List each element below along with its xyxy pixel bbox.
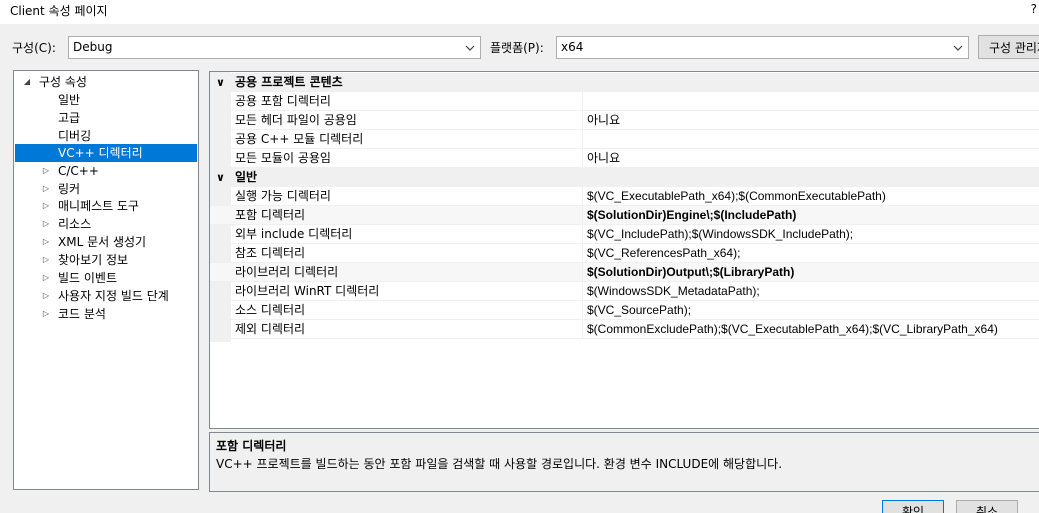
expand-arrow-icon[interactable]: ▷ — [41, 197, 51, 215]
property-row[interactable]: 포함 디렉터리 $(SolutionDir)Engine\;$(IncludePa… — [210, 206, 1039, 225]
property-name: 포함 디렉터리 — [235, 208, 306, 222]
ok-button[interactable]: 확인 — [882, 500, 944, 513]
property-name: 참조 디렉터리 — [235, 246, 306, 260]
grid-category-row[interactable]: ∨ 일반 — [210, 168, 1039, 187]
configuration-label: 구성(C): — [12, 41, 56, 55]
property-value[interactable]: $(SolutionDir)Output\;$(LibraryPath) — [582, 263, 1039, 281]
chevron-down-icon[interactable]: ∨ — [216, 73, 225, 92]
tree-item[interactable]: VC++ 디렉터리 — [15, 144, 197, 162]
title-bar: Client 속성 페이지 ? — [0, 0, 1039, 24]
property-name: 모든 헤더 파일이 공용임 — [235, 113, 357, 127]
expand-arrow-icon[interactable]: ▷ — [41, 180, 51, 198]
tree-item[interactable]: ▷ 링커 — [14, 180, 198, 198]
property-row[interactable]: 실행 가능 디렉터리 $(VC_ExecutablePath_x64);$(Com… — [210, 187, 1039, 206]
grid-category-row[interactable]: ∨ 공용 프로젝트 콘텐츠 — [210, 73, 1039, 92]
expand-arrow-icon[interactable]: ▷ — [41, 251, 51, 269]
tree-item[interactable]: 고급 — [14, 109, 198, 127]
tree-item-label: 디버깅 — [58, 129, 92, 143]
tree-item-label: 매니페스트 도구 — [58, 199, 140, 213]
configuration-value: Debug — [73, 40, 113, 54]
expand-arrow-icon[interactable]: ▷ — [41, 233, 51, 251]
property-value[interactable]: $(VC_ExecutablePath_x64);$(CommonExecuta… — [582, 187, 1039, 205]
property-grid: ∨ 공용 프로젝트 콘텐츠 공용 포함 디렉터리 모든 헤더 파일이 공용임 아니요 공용… — [209, 71, 1039, 429]
property-value[interactable]: 아니요 — [582, 111, 1039, 129]
chevron-down-icon — [953, 45, 963, 51]
property-value[interactable]: $(VC_ReferencesPath_x64); — [582, 244, 1039, 262]
cancel-button[interactable]: 취소 — [956, 500, 1018, 513]
tree-item-label: 빌드 이벤트 — [58, 271, 118, 285]
property-row[interactable]: 참조 디렉터리 $(VC_ReferencesPath_x64); — [210, 244, 1039, 263]
property-row[interactable]: 공용 포함 디렉터리 — [210, 92, 1039, 111]
property-row[interactable]: 외부 include 디렉터리 $(VC_IncludePath);$(Windo… — [210, 225, 1039, 244]
category-name: 일반 — [235, 170, 258, 184]
tree-item-label: 고급 — [58, 111, 81, 125]
property-name: 공용 포함 디렉터리 — [235, 94, 331, 108]
platform-label: 플랫폼(P): — [490, 41, 544, 55]
tree-item-label: VC++ 디렉터리 — [58, 146, 143, 160]
property-row[interactable]: 모든 헤더 파일이 공용임 아니요 — [210, 111, 1039, 130]
category-tree: ◢ 구성 속성일반고급디버깅 VC++ 디렉터리 ▷ C/C++ ▷ 링커 ▷ 매니페스트 도구… — [13, 70, 199, 490]
description-panel: 포함 디렉터리 VC++ 프로젝트를 빌드하는 동안 포함 파일을 검색할 때 … — [209, 432, 1039, 492]
tree-item-label: XML 문서 생성기 — [58, 235, 147, 249]
expand-arrow-icon[interactable]: ▷ — [41, 162, 51, 180]
tree-item-label: 링커 — [58, 182, 81, 196]
property-row[interactable]: 소스 디렉터리 $(VC_SourcePath); — [210, 301, 1039, 320]
expand-arrow-icon[interactable]: ▷ — [41, 287, 51, 305]
property-value[interactable] — [582, 130, 1039, 148]
tree-item-label: 일반 — [58, 93, 81, 107]
property-row[interactable]: 모든 모듈이 공용임 아니요 — [210, 149, 1039, 168]
tree-item[interactable]: 디버깅 — [14, 127, 198, 145]
property-row[interactable]: 제외 디렉터리 $(CommonExcludePath);$(VC_Executa… — [210, 320, 1039, 339]
property-row[interactable]: 라이브러리 WinRT 디렉터리 $(WindowsSDK_MetadataPat… — [210, 282, 1039, 301]
description-title: 포함 디렉터리 — [216, 439, 287, 453]
help-button[interactable]: ? — [1031, 2, 1037, 16]
tree-item-label: C/C++ — [58, 164, 99, 178]
collapse-arrow-icon[interactable]: ◢ — [22, 73, 32, 91]
tree-item[interactable]: ▷ 빌드 이벤트 — [14, 269, 198, 287]
expand-arrow-icon[interactable]: ▷ — [41, 305, 51, 323]
property-name: 소스 디렉터리 — [235, 303, 306, 317]
window-title: Client 속성 페이지 — [10, 4, 108, 18]
property-name: 제외 디렉터리 — [235, 322, 306, 336]
configuration-manager-button[interactable]: 구성 관리자... — [978, 35, 1039, 59]
expand-arrow-icon[interactable]: ▷ — [41, 215, 51, 233]
tree-item[interactable]: ◢ 구성 속성 — [14, 73, 198, 91]
tree-item-label: 찾아보기 정보 — [58, 253, 129, 267]
property-value[interactable]: $(VC_IncludePath);$(WindowsSDK_IncludePa… — [582, 225, 1039, 243]
platform-value: x64 — [561, 40, 584, 54]
configuration-dropdown[interactable]: Debug — [68, 36, 481, 59]
property-value[interactable]: $(VC_SourcePath); — [582, 301, 1039, 319]
property-value[interactable]: $(SolutionDir)Engine\;$(IncludePath) — [582, 206, 1039, 224]
property-name: 외부 include 디렉터리 — [235, 227, 353, 241]
property-value[interactable] — [582, 92, 1039, 110]
tree-item[interactable]: ▷ 매니페스트 도구 — [14, 197, 198, 215]
chevron-down-icon[interactable]: ∨ — [216, 168, 225, 187]
property-name: 공용 C++ 모듈 디렉터리 — [235, 132, 364, 146]
property-name: 라이브러리 디렉터리 — [235, 265, 339, 279]
expand-arrow-icon[interactable]: ▷ — [41, 269, 51, 287]
tree-item-label: 사용자 지정 빌드 단계 — [58, 289, 169, 303]
tree-item-label: 리소스 — [58, 217, 92, 231]
tree-item[interactable]: ▷ 찾아보기 정보 — [14, 251, 198, 269]
tree-item-label: 코드 분석 — [58, 307, 106, 321]
property-name: 실행 가능 디렉터리 — [235, 189, 331, 203]
property-row[interactable]: 라이브러리 디렉터리 $(SolutionDir)Output\;$(Librar… — [210, 263, 1039, 282]
tree-item[interactable]: ▷ 리소스 — [14, 215, 198, 233]
category-name: 공용 프로젝트 콘텐츠 — [235, 75, 343, 89]
tree-item-label: 구성 속성 — [39, 75, 87, 89]
chevron-down-icon — [465, 45, 475, 51]
property-value[interactable]: 아니요 — [582, 149, 1039, 167]
property-value[interactable]: $(CommonExcludePath);$(VC_ExecutablePath… — [582, 320, 1039, 338]
description-text: VC++ 프로젝트를 빌드하는 동안 포함 파일을 검색할 때 사용할 경로입니… — [216, 457, 783, 471]
property-name: 라이브러리 WinRT 디렉터리 — [235, 284, 380, 298]
property-name: 모든 모듈이 공용임 — [235, 151, 331, 165]
tree-item[interactable]: ▷ 코드 분석 — [14, 305, 198, 323]
tree-item[interactable]: ▷ 사용자 지정 빌드 단계 — [14, 287, 198, 305]
tree-item[interactable]: ▷ XML 문서 생성기 — [14, 233, 198, 251]
tree-item[interactable]: 일반 — [14, 91, 198, 109]
property-row[interactable]: 공용 C++ 모듈 디렉터리 — [210, 130, 1039, 149]
platform-dropdown[interactable]: x64 — [556, 36, 969, 59]
property-value[interactable]: $(WindowsSDK_MetadataPath); — [582, 282, 1039, 300]
tree-item[interactable]: ▷ C/C++ — [14, 162, 198, 180]
